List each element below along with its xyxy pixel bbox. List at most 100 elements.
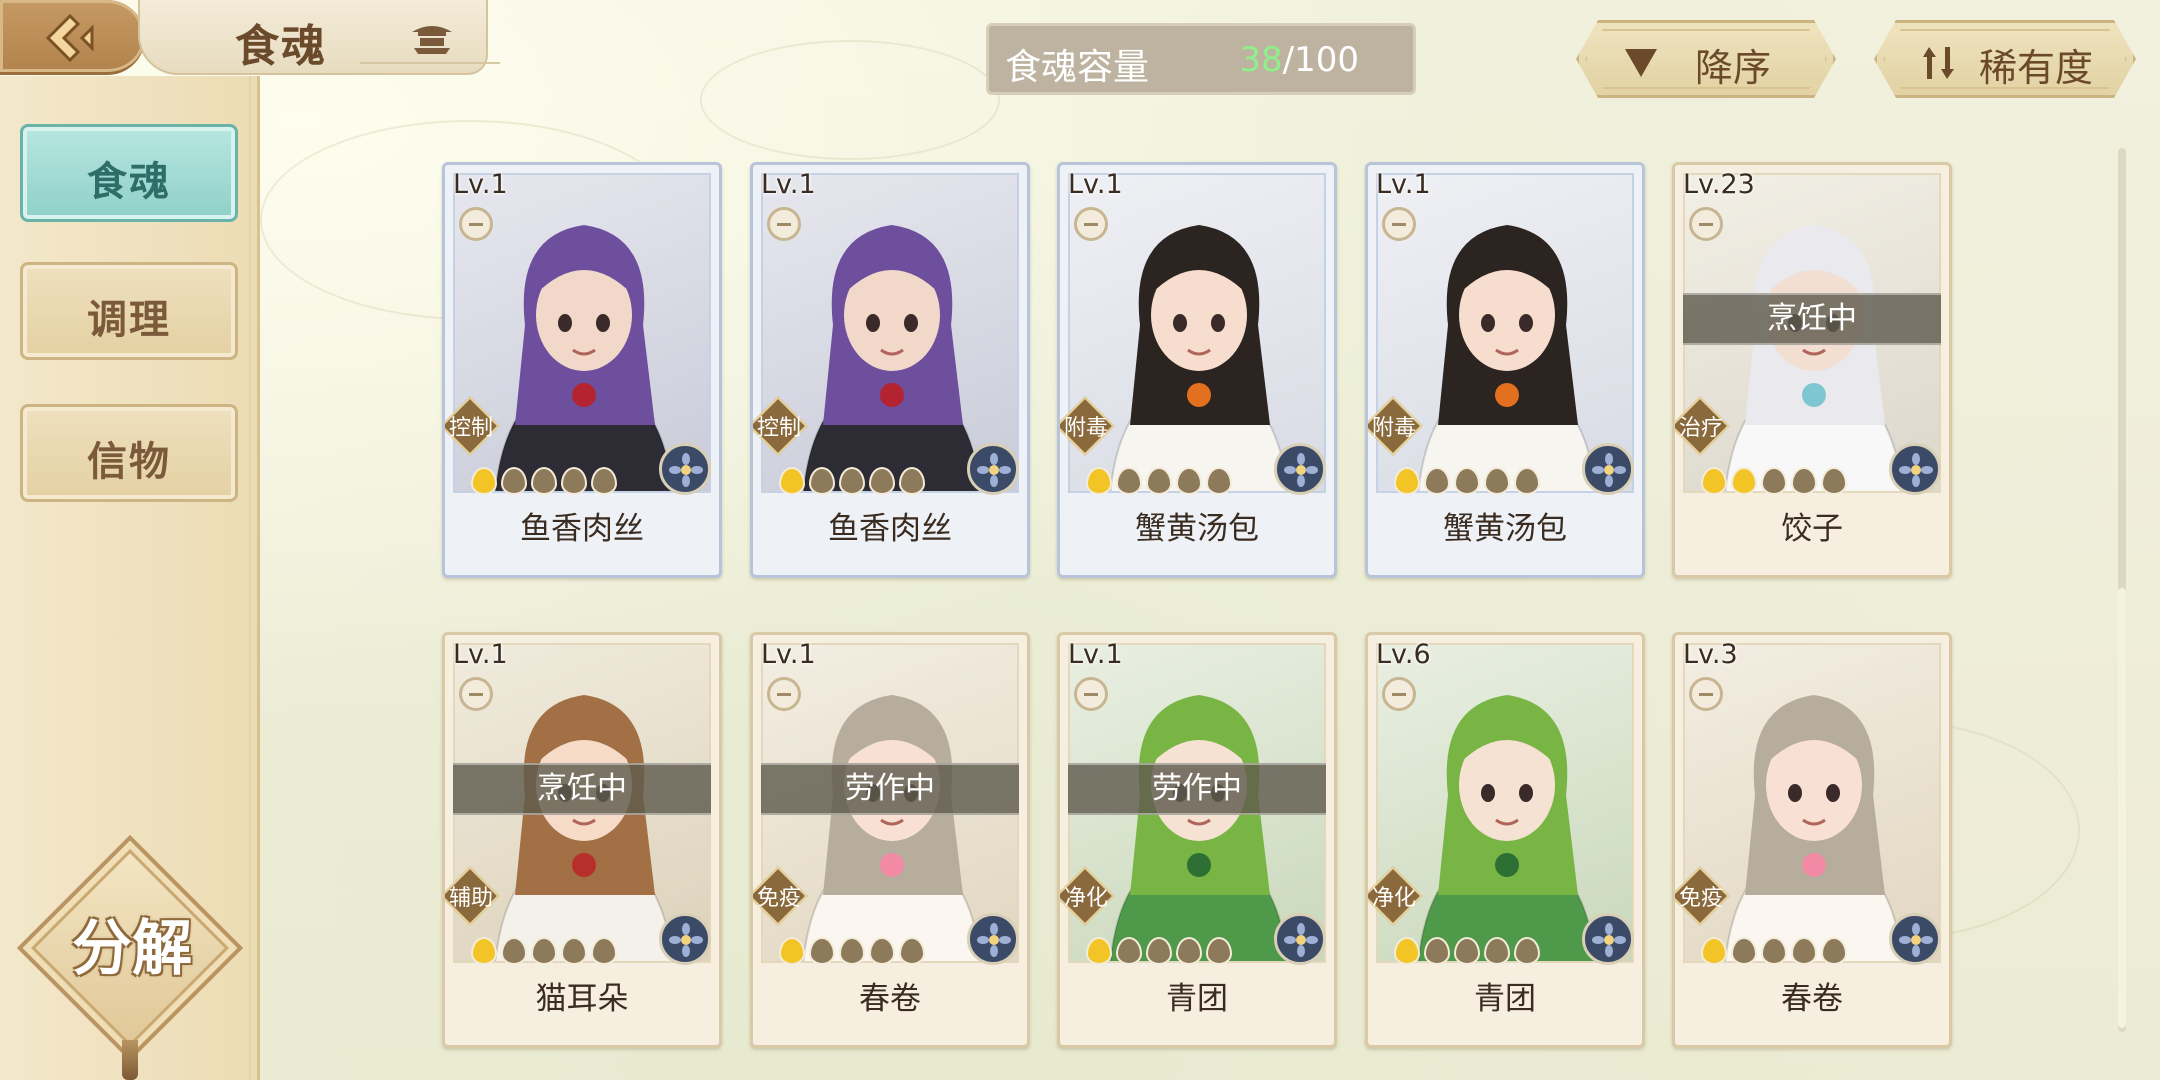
tab-label: 食魂 [87, 159, 171, 205]
star-rating [1701, 467, 1847, 497]
lock-toggle-icon[interactable] [1074, 207, 1108, 241]
role-tag: 治疗 [1675, 396, 1730, 456]
role-label: 免疫 [756, 886, 801, 911]
flower-emblem-icon [659, 913, 711, 965]
flame-icon [1116, 937, 1142, 965]
rarity-sort-label: 稀有度 [1979, 46, 2094, 90]
capacity-current: 38 [1239, 40, 1283, 80]
flower-emblem-icon [1274, 443, 1326, 495]
card-name: 蟹黄汤包 [1443, 511, 1567, 547]
card-name: 春卷 [1781, 981, 1843, 1017]
flame-icon [1821, 937, 1847, 965]
lock-toggle-icon[interactable] [459, 207, 493, 241]
role-label: 治疗 [1678, 416, 1723, 441]
tab-conditioning[interactable]: 调理 [20, 262, 238, 360]
role-label: 净化 [1063, 886, 1108, 911]
flame-icon [471, 467, 497, 495]
flame-icon [591, 937, 617, 965]
flame-icon [1821, 467, 1847, 495]
lock-toggle-icon[interactable] [459, 677, 493, 711]
flame-icon [1206, 467, 1232, 495]
card-name: 春卷 [859, 981, 921, 1017]
flame-icon [531, 937, 557, 965]
role-tag: 附毒 [1060, 396, 1115, 456]
food-soul-card[interactable]: Lv.6 净化 青团 [1365, 632, 1645, 1048]
flame-icon [1146, 467, 1172, 495]
flame-icon [839, 937, 865, 965]
star-rating [471, 937, 617, 967]
lock-toggle-icon[interactable] [1382, 207, 1416, 241]
lock-toggle-icon[interactable] [767, 207, 801, 241]
flame-icon [899, 937, 925, 965]
role-tag: 免疫 [753, 866, 808, 926]
card-name: 青团 [1166, 981, 1228, 1017]
role-tag: 附毒 [1368, 396, 1423, 456]
card-level: Lv.23 [1683, 169, 1755, 200]
back-button[interactable] [0, 0, 145, 75]
role-tag: 免疫 [1675, 866, 1730, 926]
flame-icon [1394, 937, 1420, 965]
flame-icon [779, 467, 805, 495]
lock-toggle-icon[interactable] [767, 677, 801, 711]
capacity-panel: 食魂容量 38/100 [986, 23, 1416, 95]
card-level: Lv.3 [1683, 639, 1738, 670]
flame-icon [1701, 937, 1727, 965]
game-screen: 食魂 食魂容量 38/100 降序 稀有度 食魂 调理 信物 分解 Lv.1 控… [0, 0, 2160, 1080]
scrollbar-thumb[interactable] [2118, 588, 2126, 1028]
flower-emblem-icon [967, 443, 1019, 495]
card-name: 猫耳朵 [535, 981, 629, 1017]
flame-icon [1454, 937, 1480, 965]
sort-order-button[interactable]: 降序 [1576, 20, 1836, 98]
food-soul-card[interactable]: Lv.1 劳作中 净化 青团 [1057, 632, 1337, 1048]
flower-emblem-icon [659, 443, 711, 495]
food-soul-card[interactable]: Lv.1 控制 鱼香肉丝 [750, 162, 1030, 578]
flame-icon [1731, 937, 1757, 965]
flower-emblem-icon [1274, 913, 1326, 965]
flame-icon [531, 467, 557, 495]
flame-icon [591, 467, 617, 495]
flame-icon [501, 937, 527, 965]
tab-tokens[interactable]: 信物 [20, 404, 238, 502]
food-soul-card[interactable]: Lv.1 劳作中 免疫 春卷 [750, 632, 1030, 1048]
food-soul-card[interactable]: Lv.3 免疫春卷 [1672, 632, 1952, 1048]
role-tag: 控制 [753, 396, 808, 456]
flame-icon [1086, 937, 1112, 965]
card-name: 饺子 [1781, 511, 1843, 547]
food-soul-card[interactable]: Lv.1 烹饪中 辅助 猫耳朵 [442, 632, 722, 1048]
pagoda-icon [412, 26, 452, 54]
flame-icon [1761, 937, 1787, 965]
sort-order-label: 降序 [1695, 46, 1772, 90]
role-label: 免疫 [1678, 886, 1723, 911]
flame-icon [779, 937, 805, 965]
rarity-sort-button[interactable]: 稀有度 [1874, 20, 2136, 98]
flower-emblem-icon [1889, 913, 1941, 965]
flame-icon [1731, 467, 1757, 495]
tab-food-souls[interactable]: 食魂 [20, 124, 238, 222]
lock-toggle-icon[interactable] [1689, 207, 1723, 241]
lock-toggle-icon[interactable] [1382, 677, 1416, 711]
card-level: Lv.1 [1068, 639, 1123, 670]
card-level: Lv.1 [453, 169, 508, 200]
food-soul-card[interactable]: Lv.23 烹饪中治疗饺子 [1672, 162, 1952, 578]
flame-icon [1761, 467, 1787, 495]
flame-icon [809, 467, 835, 495]
lock-toggle-icon[interactable] [1689, 677, 1723, 711]
tab-label: 信物 [87, 439, 171, 485]
lock-toggle-icon[interactable] [1074, 677, 1108, 711]
card-name: 蟹黄汤包 [1135, 511, 1259, 547]
status-banner: 烹饪中 [1683, 293, 1941, 345]
background-swirl [700, 40, 1000, 160]
food-soul-card[interactable]: Lv.1 附毒 蟹黄汤包 [1365, 162, 1645, 578]
food-soul-card[interactable]: Lv.1 控制鱼香肉丝 [442, 162, 722, 578]
flame-icon [1791, 937, 1817, 965]
star-rating [1701, 937, 1847, 967]
star-rating [1086, 937, 1232, 967]
card-name: 鱼香肉丝 [520, 511, 644, 547]
flower-emblem-icon [1582, 443, 1634, 495]
food-soul-card[interactable]: Lv.1 附毒 蟹黄汤包 [1057, 162, 1337, 578]
flame-icon [1484, 937, 1510, 965]
flame-icon [1454, 467, 1480, 495]
role-label: 控制 [448, 416, 493, 441]
card-level: Lv.1 [453, 639, 508, 670]
flame-icon [1394, 467, 1420, 495]
